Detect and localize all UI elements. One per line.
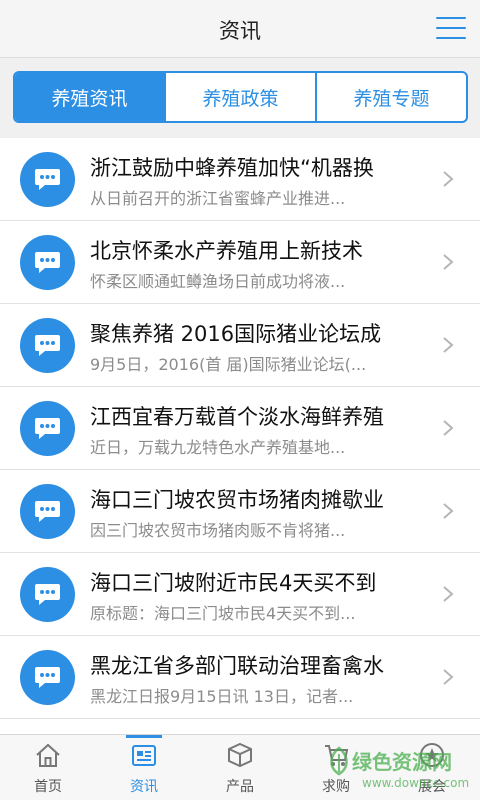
tab-breeding-policy[interactable]: 养殖政策	[164, 73, 315, 121]
news-summary: 黑龙江日报9月15日讯 13日，记者...	[90, 687, 354, 706]
news-summary: 9月5日，2016(首 届)国际猪业论坛(...	[90, 355, 367, 374]
news-title: 黑龙江省多部门联动治理畜禽水	[90, 654, 384, 678]
news-title: 海口三门坡农贸市场猪肉摊歇业	[90, 488, 384, 512]
segment-tabs: 养殖资讯 养殖政策 养殖专题	[13, 71, 468, 123]
news-summary: 怀柔区顺通虹鳟渔场日前成功将液...	[90, 272, 346, 291]
tabbar-item-home[interactable]: 首页	[0, 735, 96, 800]
news-summary: 近日，万载九龙特色水产养殖基地...	[90, 438, 346, 457]
tab-breeding-topics[interactable]: 养殖专题	[315, 73, 466, 121]
box-icon	[228, 742, 252, 768]
news-list-item[interactable]: 黑龙江省多部门联动治理畜禽水黑龙江日报9月15日讯 13日，记者...	[0, 636, 480, 719]
tabbar-label: 首页	[34, 779, 62, 795]
tabbar-label: 产品	[226, 779, 254, 795]
message-icon	[20, 235, 75, 290]
message-icon	[20, 484, 75, 539]
message-icon	[20, 650, 75, 705]
message-icon	[20, 567, 75, 622]
watermark: 绿色资源网 www.downcc.com	[326, 740, 480, 798]
news-list-item[interactable]: 聚焦养猪 2016国际猪业论坛成 9月5日，2016(首 届)国际猪业论坛(...	[0, 304, 480, 387]
news-summary: 从日前召开的浙江省蜜蜂产业推进...	[90, 189, 346, 208]
tabbar-label: 资讯	[130, 779, 158, 795]
tab-breeding-news[interactable]: 养殖资讯	[15, 73, 164, 121]
page-title: 资讯	[219, 19, 261, 43]
news-title: 聚焦养猪 2016国际猪业论坛成	[90, 322, 382, 346]
news-summary: 原标题：海口三门坡市民4天买不到...	[90, 604, 356, 623]
message-icon	[20, 401, 75, 456]
news-list-item[interactable]: 海口三门坡农贸市场猪肉摊歇业因三门坡农贸市场猪肉贩不肯将猪...	[0, 470, 480, 553]
message-icon	[20, 318, 75, 373]
news-list: 浙江鼓励中蜂养殖加快“机器换 从日前召开的浙江省蜜蜂产业推进... 北京怀柔水产养殖…	[0, 138, 480, 734]
leaf-logo-icon	[330, 746, 348, 776]
tabbar-item-news[interactable]: 资讯	[96, 735, 192, 800]
news-list-item[interactable]: 海口三门坡附近市民4天买不到原标题：海口三门坡市民4天买不到...	[0, 553, 480, 636]
chevron-right-icon	[443, 254, 454, 270]
chevron-right-icon	[443, 586, 454, 602]
message-icon	[20, 152, 75, 207]
news-title: 北京怀柔水产养殖用上新技术	[90, 239, 363, 263]
chevron-right-icon	[443, 171, 454, 187]
active-indicator	[126, 735, 162, 738]
chevron-right-icon	[443, 669, 454, 685]
news-icon	[132, 745, 156, 766]
tabbar-item-products[interactable]: 产品	[192, 735, 288, 800]
home-icon	[36, 743, 60, 767]
chevron-right-icon	[443, 420, 454, 436]
segment-bar: 养殖资讯 养殖政策 养殖专题	[0, 58, 480, 138]
watermark-url: www.downcc.com	[362, 776, 470, 790]
chevron-right-icon	[443, 503, 454, 519]
news-title: 江西宜春万载首个淡水海鲜养殖	[90, 405, 384, 429]
menu-icon[interactable]	[436, 17, 466, 41]
news-title: 浙江鼓励中蜂养殖加快“机器换	[90, 156, 374, 180]
news-list-item[interactable]: 浙江鼓励中蜂养殖加快“机器换从日前召开的浙江省蜜蜂产业推进...	[0, 138, 480, 221]
news-title: 海口三门坡附近市民4天买不到	[90, 571, 377, 595]
news-summary: 因三门坡农贸市场猪肉贩不肯将猪...	[90, 521, 346, 540]
watermark-text: 绿色资源网	[352, 750, 452, 774]
news-list-item[interactable]: 北京怀柔水产养殖用上新技术怀柔区顺通虹鳟渔场日前成功将液...	[0, 221, 480, 304]
chevron-right-icon	[443, 337, 454, 353]
header-bar: 资讯	[0, 0, 480, 58]
news-list-item[interactable]: 江西宜春万载首个淡水海鲜养殖近日，万载九龙特色水产养殖基地...	[0, 387, 480, 470]
